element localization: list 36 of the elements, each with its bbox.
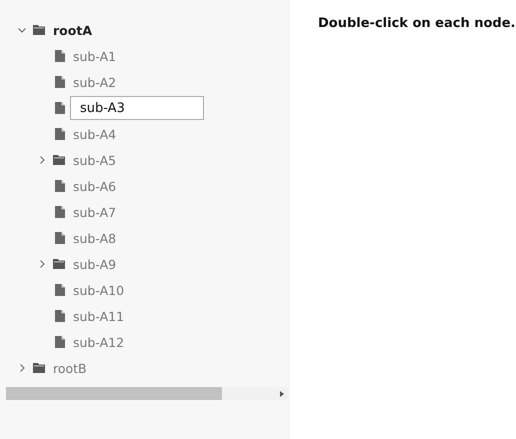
tree-node-label[interactable]: rootB (53, 360, 87, 376)
tree-node-label[interactable]: sub-A4 (73, 126, 116, 142)
tree-node-label[interactable]: sub-A10 (73, 282, 124, 298)
instruction-text: Double-click on each node. (318, 16, 516, 31)
tree-node-label[interactable]: sub-A1 (73, 48, 116, 64)
tree-node-label[interactable]: sub-A7 (73, 204, 116, 220)
chevron-right-icon[interactable] (18, 364, 26, 372)
chevron-right-icon[interactable] (38, 156, 46, 164)
file-icon (55, 128, 65, 140)
file-icon (55, 50, 65, 62)
folder-icon (33, 363, 45, 373)
file-icon (55, 336, 65, 348)
scroll-right-arrow-icon[interactable] (280, 390, 284, 396)
file-icon (55, 102, 65, 114)
tree-node-label[interactable]: sub-A6 (73, 178, 116, 194)
tree-node-label[interactable]: sub-A11 (73, 308, 124, 324)
file-icon (55, 206, 65, 218)
tree-node-label[interactable]: sub-A8 (73, 230, 116, 246)
rename-field[interactable]: sub-A3 (70, 96, 204, 120)
folder-icon (33, 25, 45, 35)
folder-icon (53, 155, 65, 165)
tree-node-label[interactable]: sub-A5 (73, 152, 116, 168)
horizontal-scrollbar[interactable] (6, 387, 288, 400)
file-icon (55, 310, 65, 322)
tree-node-label[interactable]: sub-A2 (73, 74, 116, 90)
file-icon (55, 76, 65, 88)
file-icon (55, 232, 65, 244)
chevron-down-icon[interactable] (18, 26, 26, 34)
tree-node-label[interactable]: sub-A9 (73, 256, 116, 272)
file-icon (55, 180, 65, 192)
tree-node-label[interactable]: rootA (53, 22, 92, 38)
scrollbar-thumb[interactable] (6, 387, 222, 400)
tree-node-label[interactable]: sub-A12 (73, 334, 124, 350)
folder-icon (53, 259, 65, 269)
file-icon (55, 284, 65, 296)
chevron-right-icon[interactable] (38, 260, 46, 268)
